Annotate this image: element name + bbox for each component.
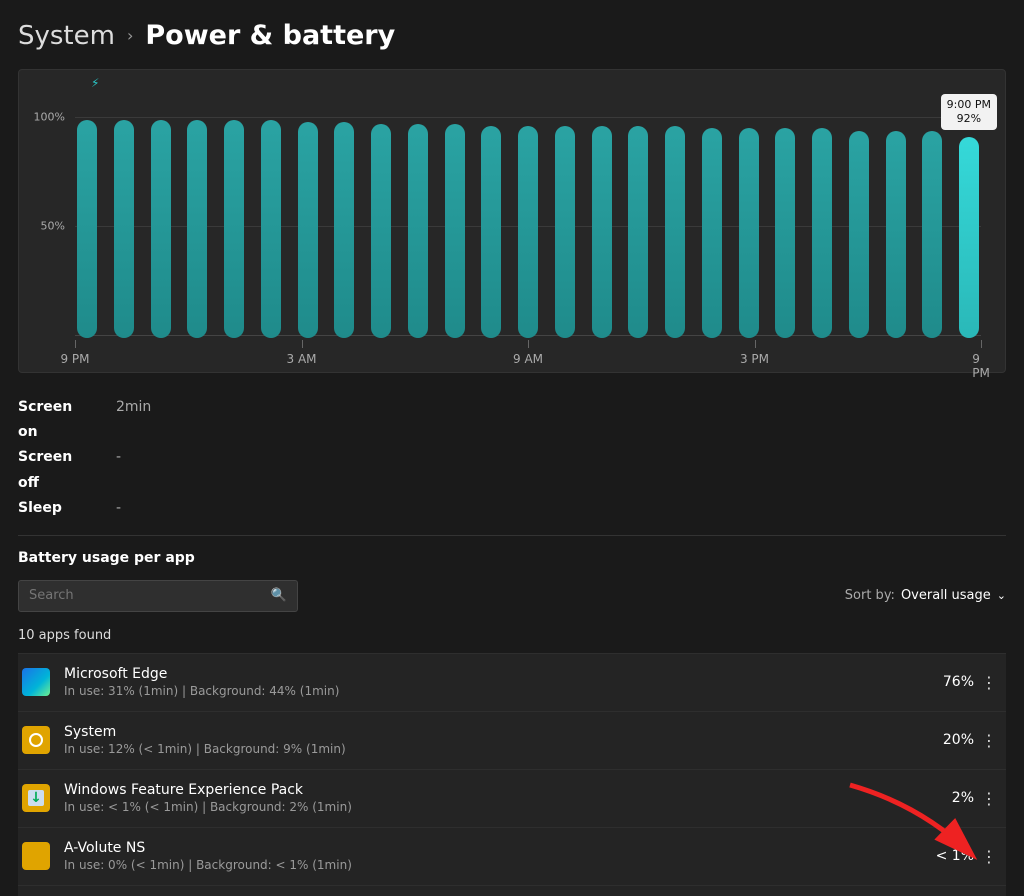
chart-bar[interactable]	[922, 131, 942, 338]
app-row[interactable]: A-Volute NSIn use: 0% (< 1min) | Backgro…	[18, 827, 1006, 885]
screen-stats: Screen on2min Screen off- Sleep-	[18, 395, 1006, 521]
app-row[interactable]: Windows Feature Experience PackIn use: <…	[18, 769, 1006, 827]
breadcrumb-current: Power & battery	[145, 20, 395, 51]
chart-bar[interactable]	[665, 126, 685, 338]
chart-bar[interactable]	[849, 131, 869, 338]
chart-bar[interactable]	[261, 120, 281, 338]
app-row[interactable]: //MyASUSIn use: 0% (< 1min) | Background…	[18, 885, 1006, 896]
app-row[interactable]: Microsoft EdgeIn use: 31% (1min) | Backg…	[18, 653, 1006, 711]
app-percent: 76%	[914, 674, 974, 690]
app-percent: 20%	[914, 732, 974, 748]
chart-bar[interactable]	[959, 137, 979, 338]
search-input[interactable]: 🔍	[18, 580, 298, 612]
chart-bar[interactable]	[518, 126, 538, 338]
chart-bar[interactable]	[812, 128, 832, 338]
chart-bar[interactable]	[592, 126, 612, 338]
more-options-icon[interactable]: ⋮	[974, 731, 1004, 750]
chart-bar[interactable]	[334, 122, 354, 338]
app-name: Microsoft Edge	[64, 666, 914, 683]
chart-plot-area[interactable]: ⚡ 9:00 PM 92%	[75, 78, 1005, 338]
app-percent: 2%	[914, 790, 974, 806]
app-name: System	[64, 724, 914, 741]
x-tick-label: 3 PM	[740, 352, 769, 366]
chart-bar[interactable]	[408, 124, 428, 338]
x-tick-label: 9 AM	[513, 352, 543, 366]
app-subtext: In use: < 1% (< 1min) | Background: 2% (…	[64, 800, 914, 816]
app-percent: < 1%	[914, 848, 974, 864]
app-name: A-Volute NS	[64, 840, 914, 857]
apps-found: 10 apps found	[18, 628, 1006, 643]
y-axis-100: 100%	[34, 111, 65, 124]
chart-tooltip: 9:00 PM 92%	[941, 94, 997, 130]
chart-bar[interactable]	[775, 128, 795, 338]
chart-bar[interactable]	[739, 128, 759, 338]
x-tick-label: 9 PM	[972, 352, 990, 380]
app-row[interactable]: SystemIn use: 12% (< 1min) | Background:…	[18, 711, 1006, 769]
chart-bar[interactable]	[77, 120, 97, 338]
chevron-down-icon: ⌄	[997, 589, 1006, 602]
x-tick-label: 3 AM	[286, 352, 316, 366]
sort-dropdown[interactable]: Sort by: Overall usage ⌄	[845, 588, 1006, 603]
x-tick	[981, 340, 982, 348]
search-icon: 🔍	[271, 588, 287, 603]
more-options-icon[interactable]: ⋮	[974, 847, 1004, 866]
app-icon	[22, 726, 50, 754]
chart-bar[interactable]	[481, 126, 501, 338]
app-subtext: In use: 0% (< 1min) | Background: < 1% (…	[64, 858, 914, 874]
app-subtext: In use: 12% (< 1min) | Background: 9% (1…	[64, 742, 914, 758]
chart-bar[interactable]	[371, 124, 391, 338]
x-tick	[75, 340, 76, 348]
breadcrumb-parent[interactable]: System	[18, 21, 115, 51]
app-subtext: In use: 31% (1min) | Background: 44% (1m…	[64, 684, 914, 700]
battery-chart: 100% 50% ⚡ 9:00 PM 92% 9 PM 3 AM 9 AM 3 PM 9…	[18, 69, 1006, 373]
chart-bar[interactable]	[151, 120, 171, 338]
chart-bar[interactable]	[628, 126, 648, 338]
chart-bar[interactable]	[702, 128, 722, 338]
section-title: Battery usage per app	[18, 550, 1006, 566]
chevron-right-icon: ›	[127, 26, 133, 45]
app-name: Windows Feature Experience Pack	[64, 782, 914, 799]
app-icon	[22, 784, 50, 812]
chart-bar[interactable]	[114, 120, 134, 338]
divider	[18, 535, 1006, 536]
chart-bar[interactable]	[886, 131, 906, 338]
app-icon	[22, 842, 50, 870]
chart-bar[interactable]	[187, 120, 207, 338]
x-tick-label: 9 PM	[60, 352, 89, 366]
breadcrumb: System › Power & battery	[0, 0, 1024, 69]
chart-bar[interactable]	[224, 120, 244, 338]
x-tick	[755, 340, 756, 348]
x-tick	[528, 340, 529, 348]
y-axis-50: 50%	[41, 220, 65, 233]
more-options-icon[interactable]: ⋮	[974, 789, 1004, 808]
x-tick	[302, 340, 303, 348]
more-options-icon[interactable]: ⋮	[974, 673, 1004, 692]
chart-bar[interactable]	[555, 126, 575, 338]
app-icon	[22, 668, 50, 696]
chart-bar[interactable]	[445, 124, 465, 338]
search-field[interactable]	[29, 588, 271, 603]
chart-bar[interactable]	[298, 122, 318, 338]
